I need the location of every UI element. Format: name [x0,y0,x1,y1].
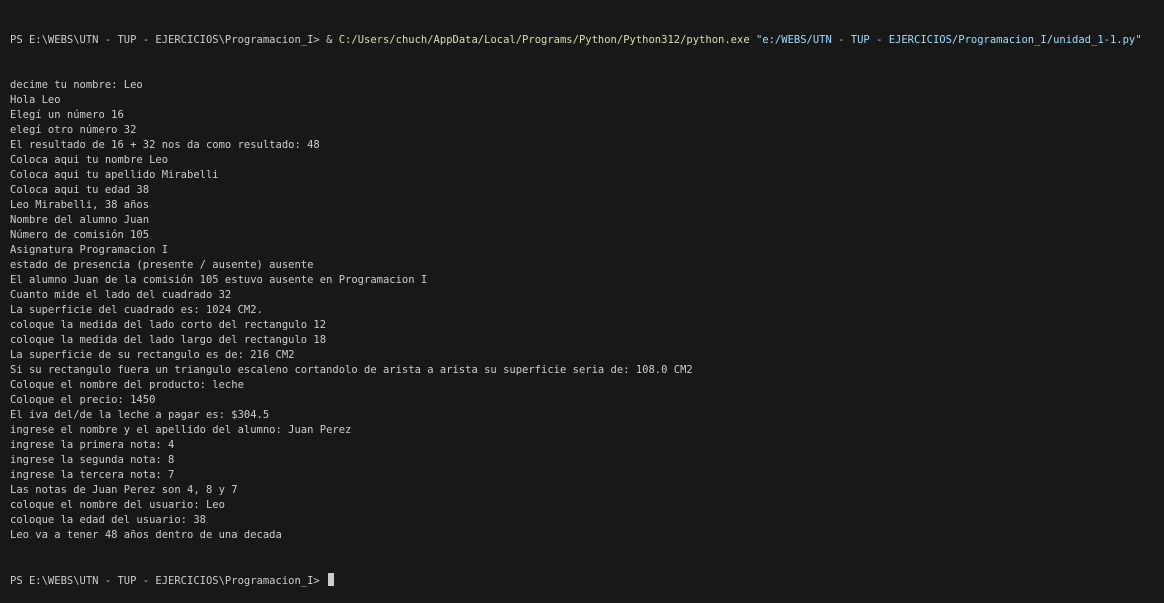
output-line: Coloque el nombre del producto: leche [10,379,244,391]
output-line: Asignatura Programacion I [10,244,169,256]
output-line: ingrese la segunda nota: 8 [10,454,175,466]
terminal-panel[interactable]: PS E:\WEBS\UTN - TUP - EJERCICIOS\Progra… [0,0,1164,587]
output-line: El resultado de 16 + 32 nos da como resu… [10,139,320,151]
output-line: coloque el nombre del usuario: Leo [10,499,225,511]
output-line: ingrese la primera nota: 4 [10,439,175,451]
command-line: PS E:\WEBS\UTN - TUP - EJERCICIOS\Progra… [10,33,1164,48]
text-cursor [328,573,335,586]
output-line: El alumno Juan de la comisión 105 estuvo… [10,274,428,286]
output-line: El iva del/de la leche a pagar es: $304.… [10,409,270,421]
output-line: elegí otro número 32 [10,124,137,136]
output-line: Coloque el precio: 1450 [10,394,156,406]
call-operator: & [319,34,339,46]
output-line: Número de comisión 105 [10,229,150,241]
terminal-output: decime tu nombre: Leo Hola Leo Elegí un nú… [10,78,1164,543]
output-line: Leo va a tener 48 años dentro de una dec… [10,529,282,541]
output-line: Coloca aqui tu nombre Leo [10,154,169,166]
output-line: estado de presencia (presente / ausente)… [10,259,314,271]
output-line: coloque la edad del usuario: 38 [10,514,206,526]
python-executable-path: C:/Users/chuch/AppData/Local/Programs/Py… [338,34,750,46]
output-line: Elegí un número 16 [10,109,124,121]
final-prompt-line[interactable]: PS E:\WEBS\UTN - TUP - EJERCICIOS\Progra… [10,573,1164,588]
prompt-text: PS E:\WEBS\UTN - TUP - EJERCICIOS\Progra… [10,34,320,46]
output-line: coloque la medida del lado largo del rec… [10,334,327,346]
output-line: coloque la medida del lado corto del rec… [10,319,327,331]
output-line: Coloca aqui tu apellido Mirabelli [10,169,219,181]
output-line: Cuanto mide el lado del cuadrado 32 [10,289,232,301]
output-line: Leo Mirabelli, 38 años [10,199,150,211]
output-line: Las notas de Juan Perez son 4, 8 y 7 [10,484,238,496]
output-line: Coloca aqui tu edad 38 [10,184,150,196]
output-line: ingrese la tercera nota: 7 [10,469,175,481]
output-line: ingrese el nombre y el apellido del alum… [10,424,352,436]
output-line: Hola Leo [10,94,61,106]
output-line: La superficie del cuadrado es: 1024 CM2. [10,304,263,316]
output-line: decime tu nombre: Leo [10,79,143,91]
output-line: Si su rectangulo fuera un triangulo esca… [10,364,693,376]
script-path-argument: "e:/WEBS/UTN - TUP - EJERCICIOS/Programa… [749,34,1142,46]
output-line: Nombre del alumno Juan [10,214,150,226]
prompt-text: PS E:\WEBS\UTN - TUP - EJERCICIOS\Progra… [10,575,320,587]
output-line: La superficie de su rectangulo es de: 21… [10,349,295,361]
